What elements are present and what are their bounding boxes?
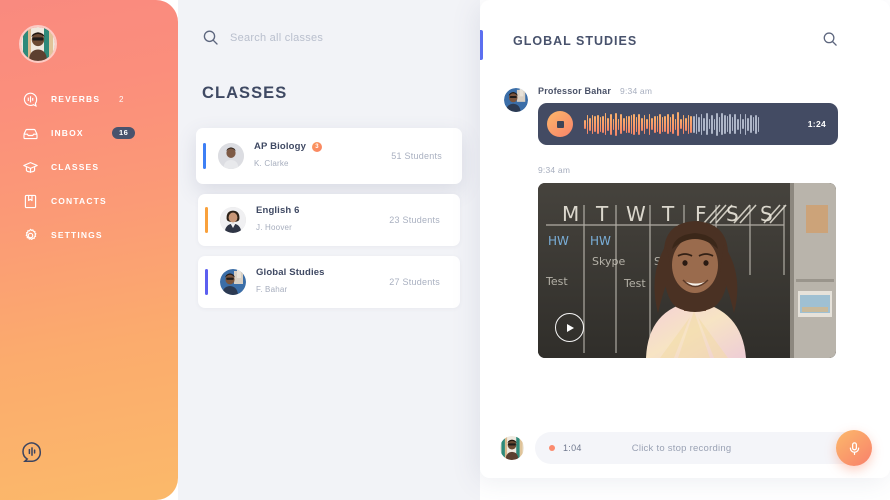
sidebar-item-label: CONTACTS [51,196,107,206]
app-root: REVERBS 2 INBOX 16 CLASSES CONTACTS SETT… [0,0,890,500]
class-accent-bar [203,143,206,169]
svg-text:HW: HW [548,234,569,248]
reverb-icon [22,91,39,108]
sidebar-item-label: SETTINGS [51,230,103,240]
class-name: English 6 [256,205,300,217]
class-info: Global Studies F. Bahar [256,267,389,296]
stop-button[interactable] [547,111,573,137]
sidebar-item-inbox[interactable]: INBOX 16 [0,116,178,150]
recording-hint: Click to stop recording [631,442,732,454]
class-card-ap-biology[interactable]: AP Biology 3 K. Clarke 51 Students [196,128,462,184]
class-accent-bar [205,207,208,233]
search-input[interactable] [230,31,440,44]
search-icon[interactable] [822,31,838,47]
class-student-count: 51 Students [391,151,442,161]
message-timestamp: 9:34 am [538,165,571,175]
sidebar: REVERBS 2 INBOX 16 CLASSES CONTACTS SETT… [0,0,178,500]
class-avatar [218,143,244,169]
reverb-logo-icon[interactable] [21,441,43,463]
class-name-row: English 6 [256,205,389,216]
audio-duration: 1:24 [807,119,826,129]
conversation-actions [822,31,870,47]
inbox-icon [22,125,39,142]
audio-waveform[interactable] [584,110,799,138]
message-timestamp: 9:34 am [620,86,653,96]
inbox-badge: 16 [112,126,136,140]
sidebar-item-settings[interactable]: SETTINGS [0,218,178,252]
avatar [500,436,524,460]
svg-text:HW: HW [590,234,611,248]
reverbs-count: 2 [119,94,124,104]
class-name-row: Global Studies [256,267,389,278]
sidebar-item-label: INBOX [51,128,84,138]
sidebar-item-label: REVERBS [51,94,101,104]
class-unread-badge: 3 [312,141,322,152]
conversation-accent-bar [480,30,483,60]
search-icon [202,29,219,46]
class-name: Global Studies [256,267,325,279]
svg-text:Test: Test [623,277,646,290]
gear-icon [22,227,39,244]
class-teacher: J. Hoover [256,222,293,232]
message-body: Professor Bahar 9:34 am 1:24 [538,86,868,145]
video-thumbnail[interactable]: M T W T F S S HW HW Skype Test Test [538,183,836,358]
message-video: 9:34 am M T W T F S S HW HW Skype Test T… [480,145,890,358]
microphone-icon[interactable] [836,430,872,466]
play-button[interactable] [555,313,584,342]
class-avatar [220,269,246,295]
sidebar-item-classes[interactable]: CLASSES [0,150,178,184]
message-list: Professor Bahar 9:34 am 1:24 9:34 am M T… [480,66,890,418]
page-title: CLASSES [202,84,288,102]
class-student-count: 23 Students [389,215,440,225]
svg-text:M: M [562,202,579,226]
class-card-english-6[interactable]: English 6 J. Hoover 23 Students [198,194,460,246]
svg-text:Skype: Skype [592,255,625,268]
class-list: AP Biology 3 K. Clarke 51 Students Engli… [178,128,480,318]
audio-player[interactable]: 1:24 [538,103,838,145]
sidebar-item-reverbs[interactable]: REVERBS 2 [0,82,178,116]
class-name: AP Biology [254,141,306,153]
graduation-icon [22,159,39,176]
class-student-count: 27 Students [389,277,440,287]
gear-icon[interactable] [854,31,870,47]
svg-text:W: W [626,202,646,226]
message-audio: Professor Bahar 9:34 am 1:24 [480,66,890,145]
message-author: Professor Bahar [538,86,612,96]
recording-indicator-dot [549,445,555,451]
sidebar-nav: REVERBS 2 INBOX 16 CLASSES CONTACTS SETT… [0,82,178,252]
class-avatar [220,207,246,233]
recorder-bar: 1:04 Click to stop recording [480,418,890,478]
recording-elapsed: 1:04 [563,443,582,453]
sidebar-item-label: CLASSES [51,162,100,172]
class-card-global-studies[interactable]: Global Studies F. Bahar 27 Students [198,256,460,308]
class-name-row: AP Biology 3 [254,141,391,152]
contacts-icon [22,193,39,210]
avatar [504,88,528,112]
search-bar[interactable] [202,29,452,46]
message-meta: Professor Bahar 9:34 am [538,86,868,96]
class-accent-bar [205,269,208,295]
svg-text:T: T [595,202,609,226]
class-teacher: K. Clarke [254,158,289,168]
conversation-title: GLOBAL STUDIES [513,34,638,48]
avatar[interactable] [19,25,57,63]
conversation-header: GLOBAL STUDIES [480,0,890,66]
sidebar-item-contacts[interactable]: CONTACTS [0,184,178,218]
svg-text:T: T [661,202,675,226]
svg-text:Test: Test [545,275,568,288]
class-teacher: F. Bahar [256,284,288,294]
class-info: AP Biology 3 K. Clarke [254,141,391,170]
recording-field[interactable]: 1:04 Click to stop recording [535,432,868,464]
classes-panel: CLASSES [178,0,523,500]
class-info: English 6 J. Hoover [256,205,389,234]
conversation-panel: GLOBAL STUDIES Professor Bahar 9:34 am 1… [480,0,890,478]
